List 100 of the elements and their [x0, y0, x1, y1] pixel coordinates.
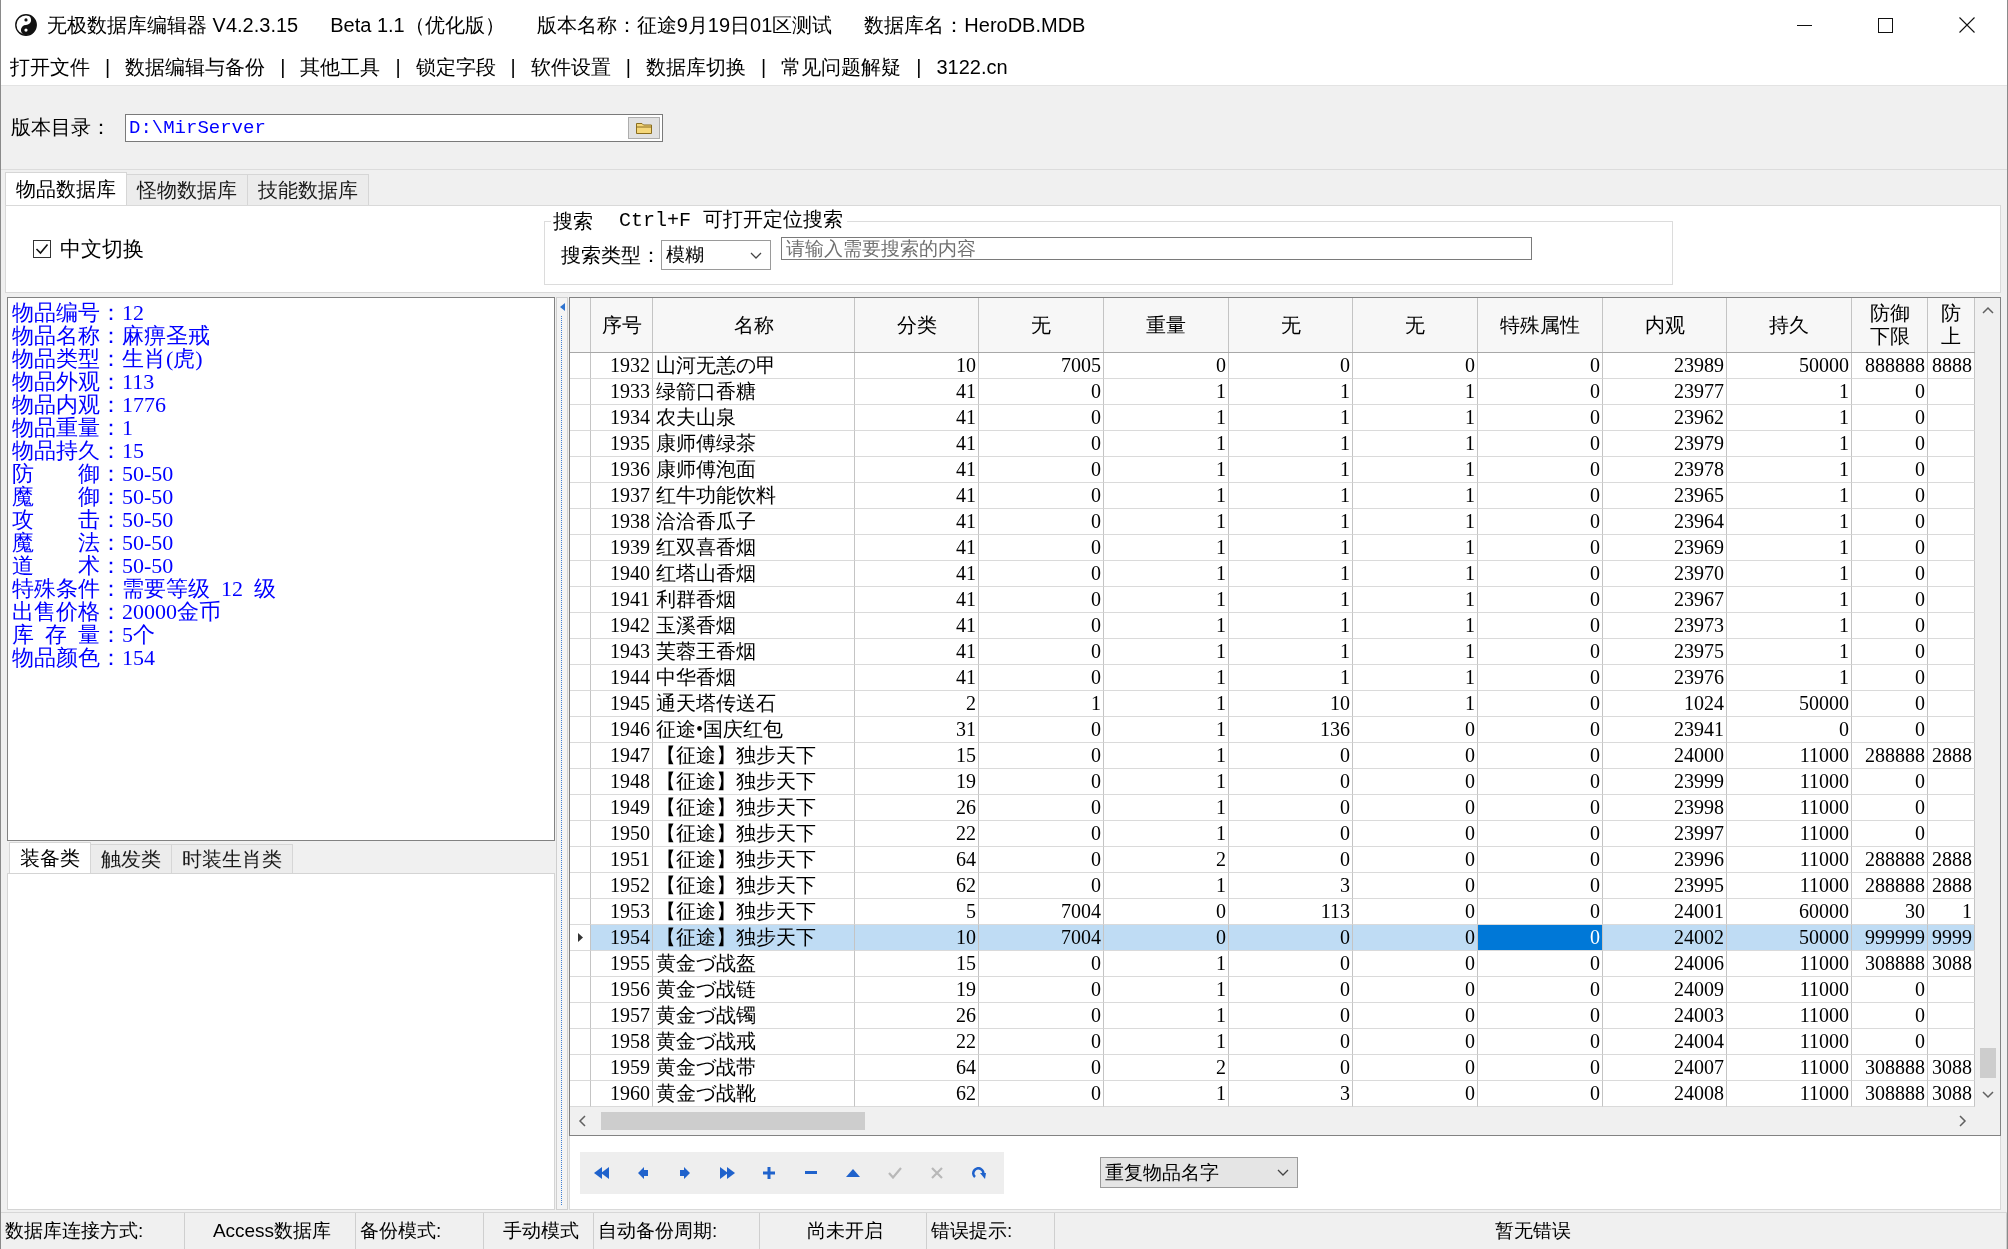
- menu-item[interactable]: 3122.cn: [928, 56, 1016, 79]
- column-header[interactable]: 防御下限: [1852, 298, 1928, 352]
- table-row[interactable]: 1958 黄金づ战戒 22 0 1 0 0 0 24004 11000 0: [570, 1029, 1975, 1055]
- table-row[interactable]: 1940 红塔山香烟 41 0 1 1 1 0 23970 1 0: [570, 561, 1975, 587]
- menu-separator: |: [104, 56, 112, 79]
- menu-item[interactable]: 常见问题解疑: [773, 54, 910, 81]
- menu-separator: |: [760, 56, 768, 79]
- item-info-line: 道 术：50-50: [12, 554, 174, 577]
- splitter[interactable]: [556, 297, 568, 1210]
- row-pointer-icon: [577, 933, 583, 942]
- table-row[interactable]: 1937 红牛功能饮料 41 0 1 1 1 0 23965 1 0: [570, 483, 1975, 509]
- status-value: Access数据库: [212, 1219, 332, 1243]
- checkbox-label: 中文切换: [60, 236, 144, 262]
- tab[interactable]: 装备类: [9, 842, 91, 873]
- status-label: 备份模式:: [360, 1219, 442, 1243]
- table-row[interactable]: 1945 通天塔传送石 2 1 1 10 1 0 1024 50000 0: [570, 691, 1975, 717]
- status-value: 暂无错误: [1494, 1219, 1571, 1243]
- table-row[interactable]: 1952 【征途】独步天下 62 0 1 3 0 0 23995 11000 288888 2888: [570, 873, 1975, 899]
- item-info-line: 物品类型：生肖(虎): [12, 347, 203, 370]
- menu-item[interactable]: 数据编辑与备份: [117, 54, 274, 81]
- table-row[interactable]: 1932 山河无恙の甲 10 7005 0 0 0 0 23989 50000 888888 8888: [570, 353, 1975, 379]
- duplicate-filter-dropdown[interactable]: 重复物品名字: [1100, 1157, 1298, 1188]
- minimize-icon: [1797, 24, 1812, 26]
- item-info-line: 物品编号：12: [12, 301, 144, 324]
- menu-separator: |: [509, 56, 517, 79]
- menu-item[interactable]: 数据库切换: [638, 54, 754, 81]
- window-title: 无极数据库编辑器 V4.2.3.15: [47, 12, 299, 38]
- chevron-up-icon: [1981, 306, 1994, 315]
- table-row[interactable]: 1934 农夫山泉 41 0 1 1 1 0 23962 1 0: [570, 405, 1975, 431]
- triangle-left-icon: [559, 303, 565, 311]
- browse-button[interactable]: [628, 116, 660, 139]
- item-info-line: 物品持久：15: [12, 439, 144, 462]
- path-field[interactable]: D:\MirServer: [125, 113, 663, 142]
- column-header[interactable]: 无: [1229, 298, 1353, 352]
- field-label: 版本目录：: [11, 115, 111, 140]
- table-row[interactable]: 1959 黄金づ战带 64 0 2 0 0 0 24007 11000 308888 3088: [570, 1055, 1975, 1081]
- scrollbar-thumb[interactable]: [1979, 1048, 1996, 1078]
- table-row[interactable]: 1939 红双喜香烟 41 0 1 1 1 0 23969 1 0: [570, 535, 1975, 561]
- tab[interactable]: 技能数据库: [247, 174, 369, 205]
- caret-down-icon: [750, 251, 762, 259]
- search-type-dropdown[interactable]: 模糊: [661, 240, 771, 270]
- column-header[interactable]: 重量: [1104, 298, 1229, 352]
- table-row[interactable]: 1950 【征途】独步天下 22 0 1 0 0 0 23997 11000 0: [570, 821, 1975, 847]
- tab[interactable]: 时装生肖类: [171, 844, 293, 873]
- table-row[interactable]: 1957 黄金づ战镯 26 0 1 0 0 0 24003 11000 0: [570, 1003, 1975, 1029]
- folder-icon: [636, 121, 652, 134]
- menu-item[interactable]: 锁定字段: [407, 54, 504, 81]
- search-field[interactable]: 请输入需要搜索的内容: [781, 237, 1532, 260]
- table-row[interactable]: 1944 中华香烟 41 0 1 1 1 0 23976 1 0: [570, 665, 1975, 691]
- window-title: 版本名称：征途9月19日01区测试: [536, 12, 833, 38]
- item-info-line: 魔 法：50-50: [12, 531, 174, 554]
- table-row[interactable]: 1942 玉溪香烟 41 0 1 1 1 0 23973 1 0: [570, 613, 1975, 639]
- table-row[interactable]: 1954 【征途】独步天下 10 7004 0 0 0 0 24002 50000 999999 9999: [570, 925, 1975, 951]
- column-header[interactable]: 序号: [591, 298, 653, 352]
- table-row[interactable]: 1947 【征途】独步天下 15 0 1 0 0 0 24000 11000 288888 2888: [570, 743, 1975, 769]
- checkbox[interactable]: [33, 240, 51, 258]
- chevron-left-icon: [578, 1115, 587, 1127]
- table-row[interactable]: 1936 康师傅泡面 41 0 1 1 1 0 23978 1 0: [570, 457, 1975, 483]
- table-row[interactable]: 1951 【征途】独步天下 64 0 2 0 0 0 23996 11000 288888 2888: [570, 847, 1975, 873]
- item-info-line: 库 存 量：5个: [12, 623, 155, 646]
- table-row[interactable]: 1935 康师傅绿茶 41 0 1 1 1 0 23979 1 0: [570, 431, 1975, 457]
- tab[interactable]: 触发类: [90, 844, 172, 873]
- column-header[interactable]: 分类: [855, 298, 979, 352]
- menu-item[interactable]: 其他工具: [292, 54, 389, 81]
- table-row[interactable]: 1943 芙蓉王香烟 41 0 1 1 1 0 23975 1 0: [570, 639, 1975, 665]
- table-row[interactable]: 1956 黄金づ战链 19 0 1 0 0 0 24009 11000 0: [570, 977, 1975, 1003]
- table-cell: 0: [1478, 925, 1603, 951]
- caret-down-icon: [1277, 1169, 1289, 1176]
- column-header[interactable]: 持久: [1727, 298, 1852, 352]
- menu-item[interactable]: 软件设置: [522, 54, 619, 81]
- vertical-scrollbar[interactable]: [1975, 298, 2000, 1107]
- scrollbar-thumb[interactable]: [601, 1112, 865, 1130]
- table-row[interactable]: 1960 黄金づ战靴 62 0 1 3 0 0 24008 11000 308888 3088: [570, 1081, 1975, 1107]
- table-row[interactable]: 1933 绿箭口香糖 41 0 1 1 1 0 23977 1 0: [570, 379, 1975, 405]
- item-info-line: 物品颜色：154: [12, 646, 155, 669]
- table-row[interactable]: 1955 黄金づ战盔 15 0 1 0 0 0 24006 11000 308888 3088: [570, 951, 1975, 977]
- table-row[interactable]: 1941 利群香烟 41 0 1 1 1 0 23967 1 0: [570, 587, 1975, 613]
- menu-separator: |: [279, 56, 287, 79]
- column-header[interactable]: 无: [1353, 298, 1478, 352]
- horizontal-scrollbar[interactable]: [570, 1107, 2000, 1135]
- tab[interactable]: 物品数据库: [5, 172, 127, 205]
- tab[interactable]: 怪物数据库: [126, 174, 248, 205]
- column-header[interactable]: 特殊属性: [1478, 298, 1603, 352]
- field-label: 搜索类型：: [561, 243, 661, 268]
- status-label: 数据库连接方式:: [5, 1219, 144, 1243]
- table-row[interactable]: 1948 【征途】独步天下 19 0 1 0 0 0 23999 11000 0: [570, 769, 1975, 795]
- maximize-icon: [1878, 17, 1893, 33]
- table-row[interactable]: 1938 洽洽香瓜子 41 0 1 1 1 0 23964 1 0: [570, 509, 1975, 535]
- item-info-line: 出售价格：20000金币: [12, 600, 221, 623]
- menu-item[interactable]: 打开文件: [2, 54, 98, 81]
- column-header[interactable]: 无: [979, 298, 1104, 352]
- column-header[interactable]: 内观: [1603, 298, 1727, 352]
- status-label: 错误提示:: [931, 1219, 1013, 1243]
- table-row[interactable]: 1946 征途•国庆红包 31 0 1 136 0 0 23941 0 0: [570, 717, 1975, 743]
- menu-separator: |: [394, 56, 402, 79]
- window-title: Beta 1.1（优化版）: [330, 12, 505, 38]
- column-header[interactable]: 名称: [653, 298, 855, 352]
- search-hint: Ctrl+F 可打开定位搜索: [619, 209, 843, 233]
- table-row[interactable]: 1949 【征途】独步天下 26 0 1 0 0 0 23998 11000 0: [570, 795, 1975, 821]
- table-row[interactable]: 1953 【征途】独步天下 5 7004 0 113 0 0 24001 60000 30 1: [570, 899, 1975, 925]
